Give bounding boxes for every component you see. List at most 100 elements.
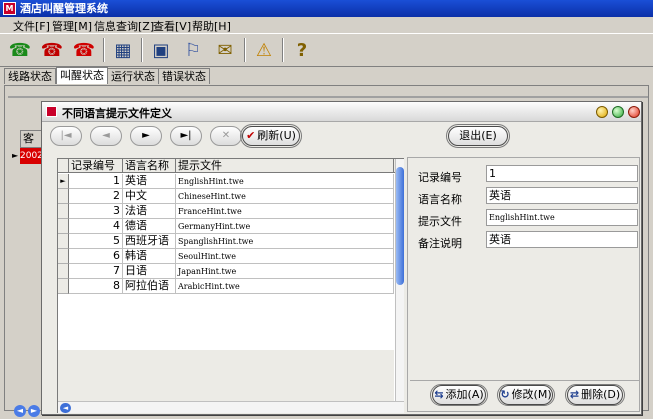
app-title: 酒店叫醒管理系统: [20, 2, 108, 15]
table-row[interactable]: 7 日语 JapanHint.twe: [58, 264, 403, 279]
edit-label: 修改(M): [511, 388, 552, 401]
prev-record-button[interactable]: ◄: [90, 126, 122, 146]
table-row[interactable]: 3 法语 FranceHint.twe: [58, 204, 403, 219]
grid-horizontal-scrollbar[interactable]: ◄: [58, 401, 404, 413]
table-row[interactable]: ► 1 英语 EnglishHint.twe: [58, 174, 403, 189]
tab-error-status[interactable]: 错误状态: [158, 68, 210, 84]
delete-record-button[interactable]: ✕: [210, 126, 242, 146]
remove-button[interactable]: ⇄ 删除(D): [567, 385, 623, 405]
last-record-button[interactable]: ►|: [170, 126, 202, 146]
column-header-id[interactable]: 记录编号: [69, 159, 123, 173]
cell-language-name[interactable]: 德语: [123, 219, 176, 234]
refresh-button[interactable]: ✔ 刷新(U): [242, 126, 300, 146]
first-record-button[interactable]: |◄: [50, 126, 82, 146]
phone-user-icon[interactable]: ☎: [38, 36, 66, 64]
scroll-right-icon[interactable]: ►: [28, 405, 40, 417]
cell-language-name[interactable]: 韩语: [123, 249, 176, 264]
menu-info-query[interactable]: 信息查询[Z]: [94, 18, 154, 34]
row-indicator: [58, 264, 69, 279]
record-id-label: 记录编号: [418, 171, 462, 184]
cell-hint-file[interactable]: GermanyHint.twe: [176, 219, 394, 234]
tab-line-status[interactable]: 线路状态: [4, 68, 56, 84]
hint-file-field[interactable]: EnglishHint.twe: [486, 209, 638, 226]
cell-record-id[interactable]: 4: [69, 219, 123, 234]
warning-icon[interactable]: ⚠: [250, 36, 278, 64]
column-header-name[interactable]: 语言名称: [123, 159, 176, 173]
cell-language-name[interactable]: 日语: [123, 264, 176, 279]
cell-hint-file[interactable]: ChineseHint.twe: [176, 189, 394, 204]
note-field[interactable]: 英语: [486, 231, 638, 248]
dialog-titlebar: 不同语言提示文件定义: [42, 102, 641, 122]
help-icon[interactable]: ?: [288, 36, 316, 64]
table-row[interactable]: 5 西班牙语 SpanglishHint.twe: [58, 234, 403, 249]
form-divider: [410, 380, 639, 381]
cell-hint-file[interactable]: ArabicHint.twe: [176, 279, 394, 294]
cell-record-id[interactable]: 8: [69, 279, 123, 294]
network-icon[interactable]: ▦: [109, 36, 137, 64]
language-hint-dialog: 不同语言提示文件定义 |◄ ◄ ► ►| ✕ ✔ 刷新(U) 退出(E) 记录编号…: [41, 101, 642, 415]
record-id-field[interactable]: 1: [486, 165, 638, 182]
cell-hint-file[interactable]: JapanHint.twe: [176, 264, 394, 279]
dialog-title: 不同语言提示文件定义: [62, 107, 172, 120]
phone-red-icon[interactable]: ☎: [70, 36, 98, 64]
menu-file[interactable]: 文件[F]: [13, 18, 50, 34]
scroll-left-icon[interactable]: ◄: [14, 405, 26, 417]
cell-record-id[interactable]: 3: [69, 204, 123, 219]
exit-button[interactable]: 退出(E): [448, 126, 508, 146]
cell-hint-file[interactable]: FranceHint.twe: [176, 204, 394, 219]
grid-empty-area: [58, 350, 394, 401]
background-grid-cell[interactable]: 2002: [20, 148, 42, 164]
cell-record-id[interactable]: 5: [69, 234, 123, 249]
table-row[interactable]: 4 德语 GermanyHint.twe: [58, 219, 403, 234]
column-header-file[interactable]: 提示文件: [176, 159, 394, 173]
grid-vertical-scrollbar[interactable]: [395, 159, 404, 401]
cell-language-name[interactable]: 中文: [123, 189, 176, 204]
cell-language-name[interactable]: 西班牙语: [123, 234, 176, 249]
language-grid: 记录编号 语言名称 提示文件 ► 1 英语 EnglishHint.twe 2 中文 Chi…: [57, 158, 404, 413]
scroll-thumb[interactable]: [396, 167, 404, 285]
tab-wakeup-status[interactable]: 叫醒状态: [56, 67, 108, 84]
grid-corner: [58, 159, 69, 173]
toolbar-separator: [103, 38, 105, 62]
mail-icon[interactable]: ✉: [211, 36, 239, 64]
cell-record-id[interactable]: 1: [69, 174, 123, 189]
menu-manage[interactable]: 管理[M]: [52, 18, 92, 34]
minimize-button[interactable]: [596, 106, 608, 118]
add-icon: ⇆: [434, 388, 444, 401]
flags-icon[interactable]: ⚐: [179, 36, 207, 64]
hint-file-label: 提示文件: [418, 215, 462, 228]
tab-running-status[interactable]: 运行状态: [107, 68, 159, 84]
remove-label: 删除(D): [581, 388, 621, 401]
menu-help[interactable]: 帮助[H]: [192, 18, 231, 34]
phone-green-icon[interactable]: ☎: [6, 36, 34, 64]
menu-view[interactable]: 查看[V]: [153, 18, 191, 34]
row-indicator: [58, 189, 69, 204]
next-record-button[interactable]: ►: [130, 126, 162, 146]
row-indicator: ►: [58, 174, 69, 189]
app-titlebar: M 酒店叫醒管理系统: [0, 0, 653, 17]
cell-record-id[interactable]: 6: [69, 249, 123, 264]
language-name-field[interactable]: 英语: [486, 187, 638, 204]
edit-button[interactable]: ↻ 修改(M): [499, 385, 553, 405]
row-indicator: [58, 279, 69, 294]
row-indicator: [58, 249, 69, 264]
scroll-left-icon[interactable]: ◄: [60, 403, 71, 413]
row-indicator: [58, 219, 69, 234]
cell-hint-file[interactable]: EnglishHint.twe: [176, 174, 394, 189]
cell-hint-file[interactable]: SeoulHint.twe: [176, 249, 394, 264]
cell-hint-file[interactable]: SpanglishHint.twe: [176, 234, 394, 249]
network-config-icon[interactable]: ▣: [147, 36, 175, 64]
maximize-button[interactable]: [612, 106, 624, 118]
table-row[interactable]: 8 阿拉伯语 ArabicHint.twe: [58, 279, 403, 294]
cell-record-id[interactable]: 7: [69, 264, 123, 279]
table-row[interactable]: 2 中文 ChineseHint.twe: [58, 189, 403, 204]
table-row[interactable]: 6 韩语 SeoulHint.twe: [58, 249, 403, 264]
cell-language-name[interactable]: 阿拉伯语: [123, 279, 176, 294]
close-button[interactable]: [628, 106, 640, 118]
cell-language-name[interactable]: 法语: [123, 204, 176, 219]
toolbar-separator: [244, 38, 246, 62]
app-logo-icon: M: [3, 2, 16, 15]
cell-record-id[interactable]: 2: [69, 189, 123, 204]
add-button[interactable]: ⇆ 添加(A): [432, 385, 486, 405]
cell-language-name[interactable]: 英语: [123, 174, 176, 189]
